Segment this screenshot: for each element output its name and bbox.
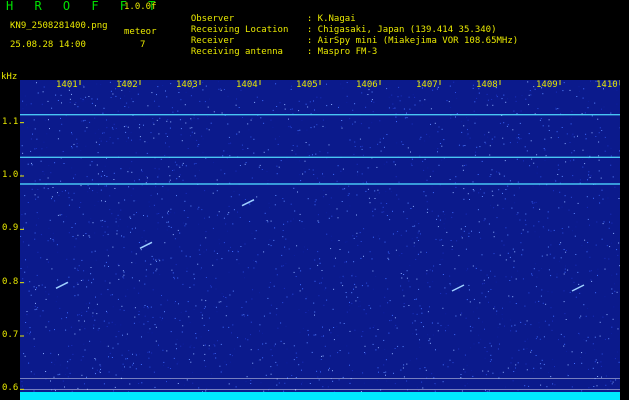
- info-value: : Maspro FM-3: [306, 47, 378, 57]
- y-tick-label: 0.9: [2, 223, 19, 234]
- y-tick-label: 1.1: [2, 116, 19, 127]
- x-tick-label: 1401: [56, 80, 78, 90]
- x-tick-label: 1409: [536, 80, 558, 90]
- plot-background: [20, 80, 620, 400]
- x-tick-label: 1404: [236, 80, 258, 90]
- info-antenna: Receiving antenna : Maspro FM-3: [180, 36, 377, 58]
- meteor-count: 7: [140, 40, 146, 50]
- spectrogram-plot: [20, 80, 620, 400]
- x-tick-label: 1410: [596, 80, 618, 90]
- y-tick-label: 0.8: [2, 276, 19, 287]
- y-axis-label: kHz: [1, 72, 18, 82]
- x-tick-label: 1406: [356, 80, 378, 90]
- noise-floor-band: [20, 392, 620, 400]
- spectrogram-svg: [20, 80, 620, 400]
- timestamp-label: 25.08.28 14:00: [10, 40, 86, 50]
- x-tick-label: 1405: [296, 80, 318, 90]
- info-label: Receiving antenna: [190, 47, 283, 57]
- x-tick-label: 1407: [416, 80, 438, 90]
- version-label: 1.0.0f: [124, 2, 157, 12]
- y-tick-label: 1.0: [2, 170, 19, 180]
- meteor-label: meteor: [124, 27, 157, 37]
- filename-label: KN9_2508281400.png: [10, 21, 108, 31]
- y-tick-label: 0.6: [2, 383, 19, 394]
- x-tick-label: 1408: [476, 80, 498, 90]
- x-tick-label: 1403: [176, 80, 198, 90]
- y-tick-label: 0.7: [2, 330, 19, 340]
- x-tick-label: 1402: [116, 80, 138, 90]
